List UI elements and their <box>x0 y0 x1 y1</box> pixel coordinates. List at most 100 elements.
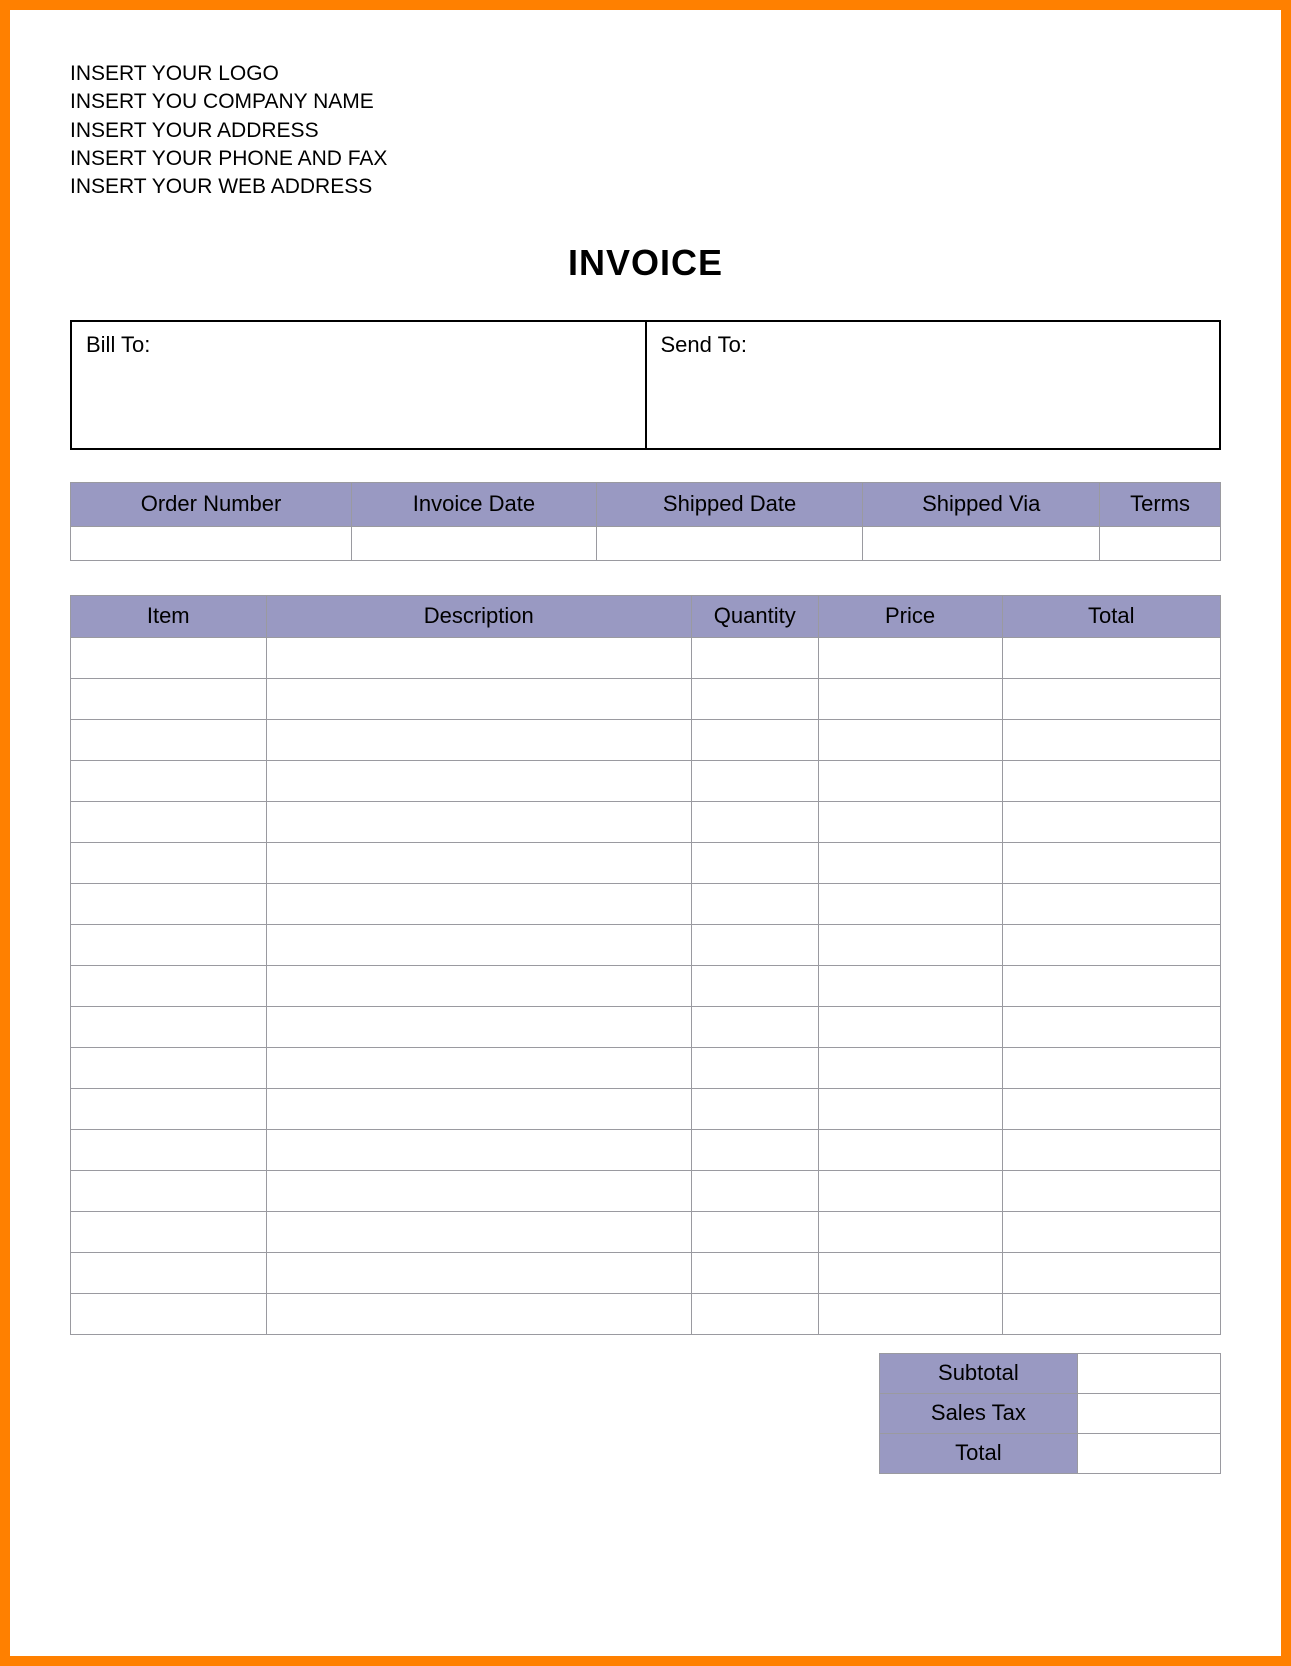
item-cell[interactable] <box>818 637 1002 678</box>
item-cell[interactable] <box>818 1293 1002 1334</box>
item-cell[interactable] <box>1002 1129 1221 1170</box>
table-row <box>71 965 1221 1006</box>
item-cell[interactable] <box>1002 678 1221 719</box>
item-cell[interactable] <box>692 1293 819 1334</box>
total-value[interactable] <box>1077 1433 1220 1473</box>
item-cell[interactable] <box>818 1088 1002 1129</box>
item-cell[interactable] <box>1002 1006 1221 1047</box>
item-cell[interactable] <box>71 965 267 1006</box>
sales-tax-value[interactable] <box>1077 1393 1220 1433</box>
item-cell[interactable] <box>692 1088 819 1129</box>
item-cell[interactable] <box>692 883 819 924</box>
item-cell[interactable] <box>266 1170 692 1211</box>
item-cell[interactable] <box>71 1252 267 1293</box>
item-cell[interactable] <box>71 760 267 801</box>
subtotal-value[interactable] <box>1077 1353 1220 1393</box>
item-cell[interactable] <box>71 719 267 760</box>
item-cell[interactable] <box>692 760 819 801</box>
send-to-section[interactable]: Send To: <box>645 322 1220 448</box>
item-cell[interactable] <box>818 883 1002 924</box>
item-cell[interactable] <box>818 1129 1002 1170</box>
item-cell[interactable] <box>71 842 267 883</box>
item-cell[interactable] <box>692 678 819 719</box>
table-row <box>71 1129 1221 1170</box>
item-cell[interactable] <box>818 1170 1002 1211</box>
item-cell[interactable] <box>1002 842 1221 883</box>
item-cell[interactable] <box>1002 801 1221 842</box>
item-cell[interactable] <box>71 801 267 842</box>
item-cell[interactable] <box>1002 719 1221 760</box>
item-cell[interactable] <box>266 1047 692 1088</box>
address-box: Bill To: Send To: <box>70 320 1221 450</box>
item-cell[interactable] <box>266 637 692 678</box>
item-cell[interactable] <box>1002 924 1221 965</box>
item-cell[interactable] <box>1002 965 1221 1006</box>
item-cell[interactable] <box>692 965 819 1006</box>
item-cell[interactable] <box>1002 1088 1221 1129</box>
shipped-via-cell[interactable] <box>863 526 1100 560</box>
item-cell[interactable] <box>692 842 819 883</box>
item-cell[interactable] <box>1002 1252 1221 1293</box>
item-cell[interactable] <box>692 637 819 678</box>
item-cell[interactable] <box>266 924 692 965</box>
item-cell[interactable] <box>266 760 692 801</box>
item-cell[interactable] <box>71 924 267 965</box>
item-cell[interactable] <box>818 801 1002 842</box>
item-cell[interactable] <box>818 842 1002 883</box>
item-cell[interactable] <box>818 1047 1002 1088</box>
item-cell[interactable] <box>71 1170 267 1211</box>
item-cell[interactable] <box>1002 760 1221 801</box>
item-cell[interactable] <box>266 1252 692 1293</box>
item-cell[interactable] <box>818 1252 1002 1293</box>
item-cell[interactable] <box>692 1006 819 1047</box>
item-cell[interactable] <box>692 1047 819 1088</box>
terms-cell[interactable] <box>1100 526 1221 560</box>
invoice-date-cell[interactable] <box>352 526 597 560</box>
item-cell[interactable] <box>266 1006 692 1047</box>
shipped-date-cell[interactable] <box>596 526 863 560</box>
item-cell[interactable] <box>71 1129 267 1170</box>
item-cell[interactable] <box>692 924 819 965</box>
item-cell[interactable] <box>71 1088 267 1129</box>
item-cell[interactable] <box>818 719 1002 760</box>
item-cell[interactable] <box>266 719 692 760</box>
item-cell[interactable] <box>266 1293 692 1334</box>
table-row <box>71 760 1221 801</box>
item-cell[interactable] <box>692 1252 819 1293</box>
item-cell[interactable] <box>266 678 692 719</box>
item-cell[interactable] <box>692 719 819 760</box>
item-cell[interactable] <box>692 1211 819 1252</box>
item-cell[interactable] <box>266 965 692 1006</box>
item-cell[interactable] <box>692 1129 819 1170</box>
item-cell[interactable] <box>818 1211 1002 1252</box>
item-cell[interactable] <box>1002 1047 1221 1088</box>
item-cell[interactable] <box>266 1129 692 1170</box>
item-cell[interactable] <box>266 1211 692 1252</box>
order-number-cell[interactable] <box>71 526 352 560</box>
item-cell[interactable] <box>266 883 692 924</box>
item-cell[interactable] <box>818 760 1002 801</box>
item-cell[interactable] <box>71 1006 267 1047</box>
item-cell[interactable] <box>71 1293 267 1334</box>
item-cell[interactable] <box>818 1006 1002 1047</box>
item-cell[interactable] <box>1002 637 1221 678</box>
item-cell[interactable] <box>266 801 692 842</box>
item-cell[interactable] <box>71 883 267 924</box>
bill-to-section[interactable]: Bill To: <box>72 322 645 448</box>
item-cell[interactable] <box>1002 1170 1221 1211</box>
item-cell[interactable] <box>1002 883 1221 924</box>
item-cell[interactable] <box>71 1211 267 1252</box>
item-cell[interactable] <box>1002 1211 1221 1252</box>
item-cell[interactable] <box>266 1088 692 1129</box>
table-row <box>71 1211 1221 1252</box>
item-cell[interactable] <box>818 678 1002 719</box>
item-cell[interactable] <box>692 801 819 842</box>
item-cell[interactable] <box>818 965 1002 1006</box>
item-cell[interactable] <box>71 678 267 719</box>
item-cell[interactable] <box>266 842 692 883</box>
item-cell[interactable] <box>1002 1293 1221 1334</box>
item-cell[interactable] <box>818 924 1002 965</box>
item-cell[interactable] <box>71 1047 267 1088</box>
item-cell[interactable] <box>692 1170 819 1211</box>
item-cell[interactable] <box>71 637 267 678</box>
